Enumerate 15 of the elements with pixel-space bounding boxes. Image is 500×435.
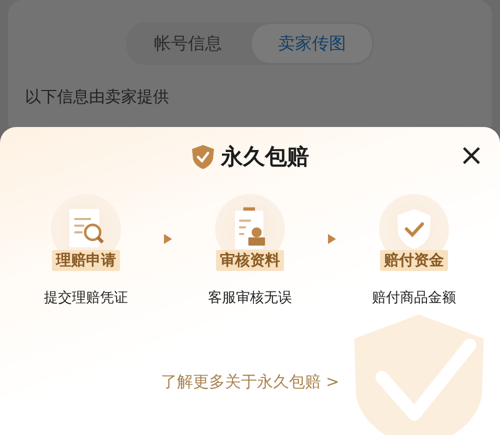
step-badge: 审核资料 — [216, 250, 284, 271]
step-badge: 赔付资金 — [380, 250, 448, 271]
step-badge: 理赔申请 — [52, 250, 120, 271]
step-caption: 提交理赔凭证 — [44, 289, 128, 307]
shield-icon — [191, 144, 215, 170]
arrow-icon — [328, 234, 336, 244]
step-caption: 客服审核无误 — [208, 289, 292, 307]
close-button[interactable]: × — [458, 142, 484, 170]
tab[interactable]: 卖家传图 — [252, 24, 372, 63]
learn-more-link[interactable]: 了解更多关于永久包赔 > — [160, 372, 340, 393]
tab[interactable]: 帐号信息 — [128, 24, 248, 63]
info-note: 以下信息由卖家提供 — [25, 87, 169, 108]
arrow-icon — [164, 234, 172, 244]
step-caption: 赔付商品金额 — [372, 289, 456, 307]
sheet-title: 永久包赔 — [221, 144, 309, 172]
